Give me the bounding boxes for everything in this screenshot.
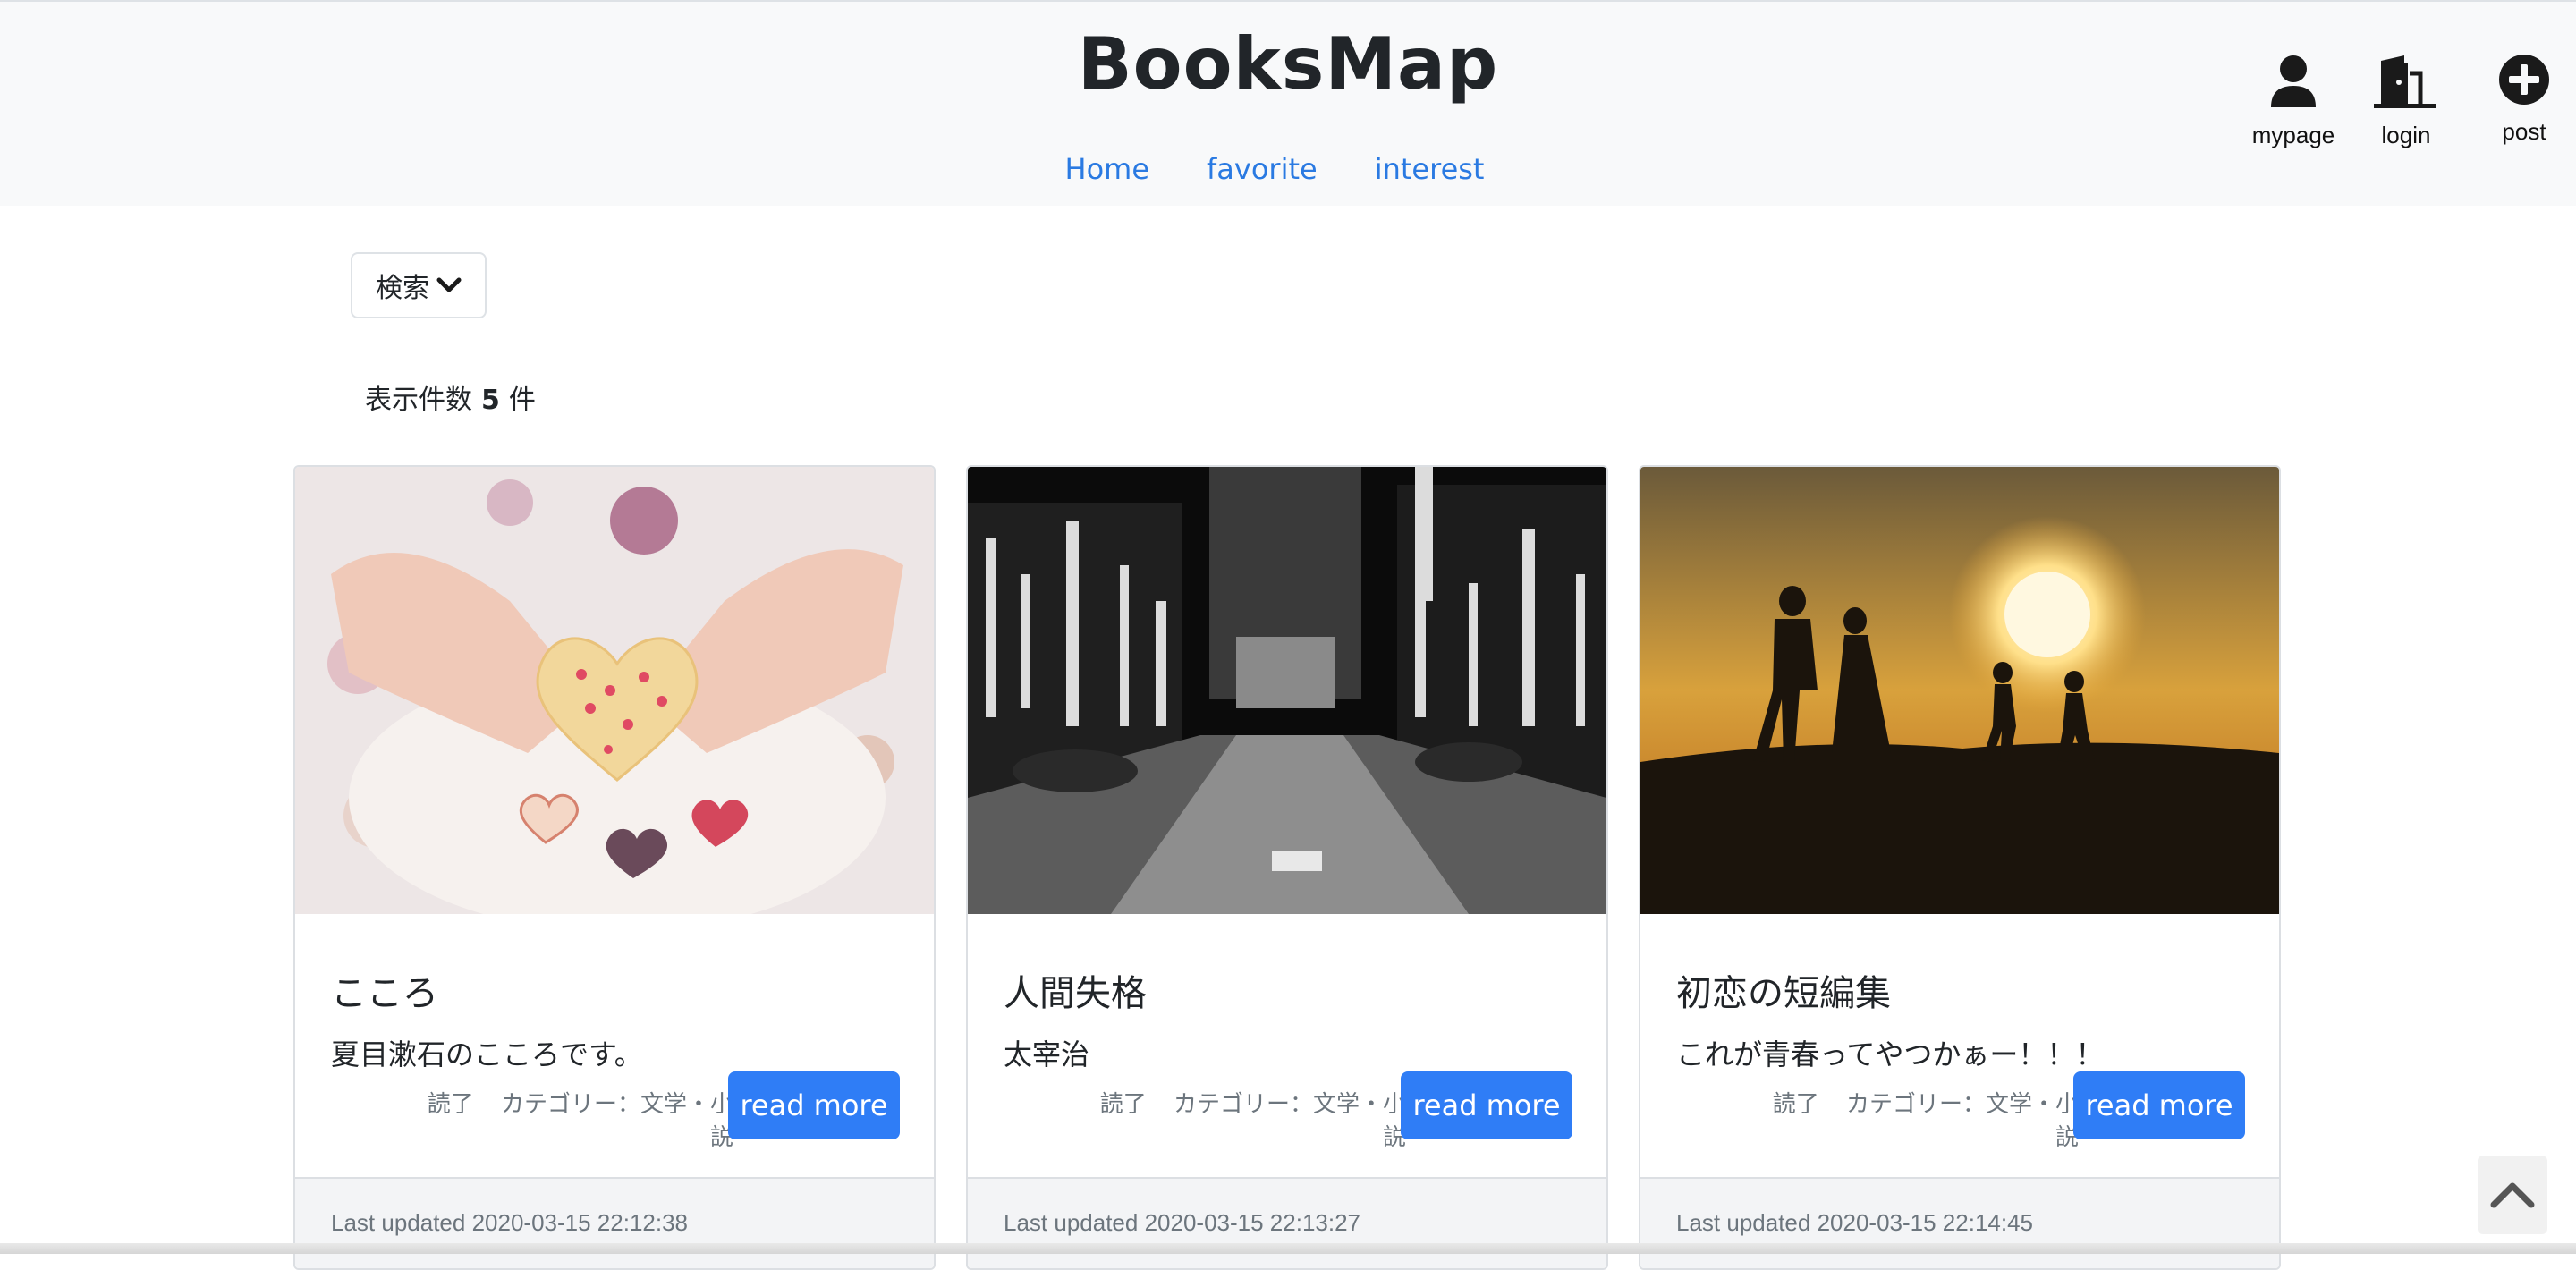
brand-logo[interactable]: BooksMap (0, 18, 2576, 111)
status-text: 読了 (1772, 1091, 1819, 1118)
nav-interest[interactable]: interest (1375, 152, 1485, 186)
card-description: これが青春ってやつかぁー！！！ (1676, 1037, 2105, 1071)
status-text: 読了 (427, 1091, 474, 1118)
night-street-image (968, 467, 1606, 914)
card-description: 夏目漱石のこころです。 (331, 1037, 643, 1071)
card-footer: Last updated 2020-03-15 22:14:45 (1640, 1177, 2279, 1268)
login-button[interactable]: login (2370, 54, 2442, 149)
category-text: カテゴリー：文学・小説 (1845, 1091, 2079, 1151)
user-icon (2271, 55, 2316, 107)
plus-circle-icon (2499, 55, 2549, 105)
card-meta: 読了 カテゴリー：文学・小説 (1057, 1086, 1406, 1152)
chevron-up-icon (2490, 1182, 2535, 1208)
card-description: 太宰治 (1004, 1037, 1090, 1071)
nav-home[interactable]: Home (1065, 152, 1150, 186)
last-updated: Last updated 2020-03-15 22:12:38 (331, 1209, 689, 1236)
post-button[interactable]: post (2488, 54, 2560, 146)
category-text: カテゴリー：文学・小説 (1173, 1091, 1406, 1151)
read-more-button[interactable]: read more (1401, 1071, 1572, 1139)
heart-cookie-image (295, 467, 934, 914)
count-value: 5 (481, 385, 500, 416)
card-meta: 読了 カテゴリー：文学・小説 (385, 1086, 733, 1152)
post-label: post (2502, 118, 2546, 145)
window-bottom-edge (0, 1243, 2576, 1254)
book-card: 人間失格 太宰治 読了 カテゴリー：文学・小説 read more Last u… (966, 465, 1608, 1270)
scroll-to-top-button[interactable] (2478, 1156, 2547, 1234)
mypage-button[interactable]: mypage (2250, 54, 2336, 149)
last-updated: Last updated 2020-03-15 22:13:27 (1004, 1209, 1361, 1236)
category-text: カテゴリー：文学・小説 (500, 1091, 733, 1151)
mypage-label: mypage (2251, 122, 2335, 148)
book-card: 初恋の短編集 これが青春ってやつかぁー！！！ 読了 カテゴリー：文学・小説 re… (1639, 465, 2281, 1270)
book-image (1640, 467, 2279, 914)
login-label: login (2381, 122, 2431, 148)
count-prefix: 表示件数 (365, 385, 472, 416)
door-icon (2374, 55, 2436, 108)
result-count: 表示件数 5 件 (365, 377, 536, 417)
card-title[interactable]: こころ (331, 964, 438, 1016)
read-more-button[interactable]: read more (728, 1071, 900, 1139)
count-suffix: 件 (508, 385, 536, 416)
status-text: 読了 (1099, 1091, 1147, 1118)
card-title[interactable]: 初恋の短編集 (1676, 964, 1891, 1016)
search-dropdown-button[interactable]: 検索 (351, 252, 487, 318)
search-label: 検索 (376, 273, 429, 304)
card-title[interactable]: 人間失格 (1004, 964, 1147, 1016)
card-meta: 読了 カテゴリー：文学・小説 (1730, 1086, 2079, 1152)
sunset-silhouettes-image (1640, 467, 2279, 914)
last-updated: Last updated 2020-03-15 22:14:45 (1676, 1209, 2034, 1236)
book-image (295, 467, 934, 914)
book-image (968, 467, 1606, 914)
read-more-button[interactable]: read more (2073, 1071, 2245, 1139)
card-footer: Last updated 2020-03-15 22:13:27 (968, 1177, 1606, 1268)
card-footer: Last updated 2020-03-15 22:12:38 (295, 1177, 934, 1268)
book-card: こころ 夏目漱石のこころです。 読了 カテゴリー：文学・小説 read more… (293, 465, 936, 1270)
chevron-down-icon (436, 277, 462, 292)
site-header: BooksMap Home favorite interest mypage l… (0, 0, 2576, 206)
nav-favorite[interactable]: favorite (1207, 152, 1318, 186)
main-nav: Home favorite interest (0, 152, 2576, 186)
